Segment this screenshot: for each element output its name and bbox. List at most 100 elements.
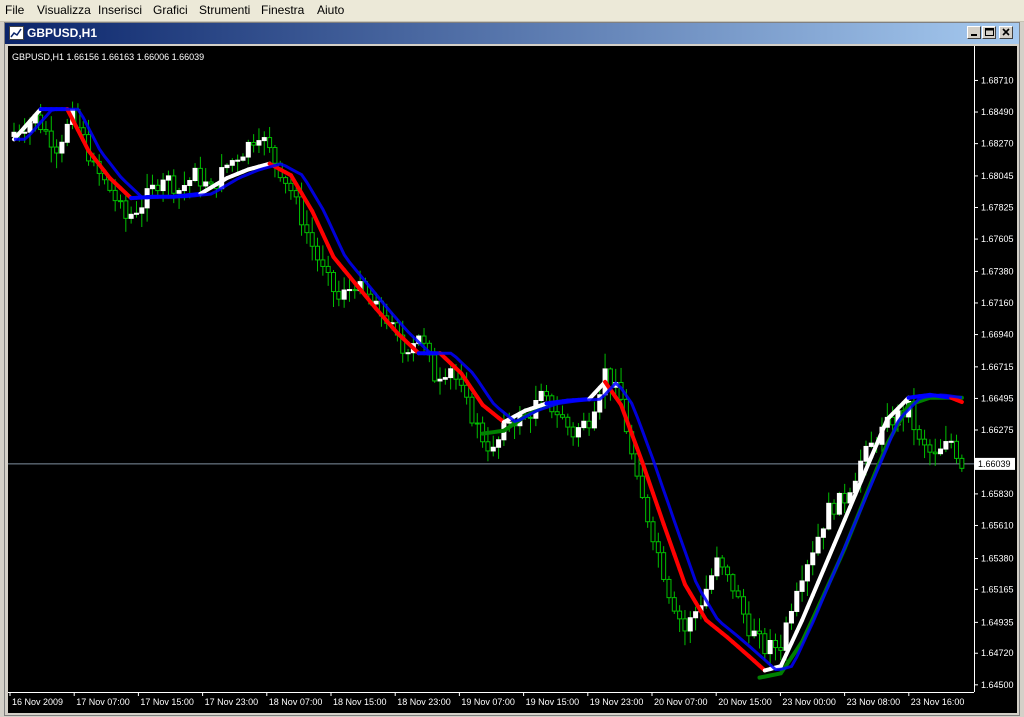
bear-candle [927,444,933,453]
bull-candle [714,557,720,577]
bear-candle [570,426,576,438]
bear-candle [778,647,784,651]
bear-candle [666,578,672,599]
menu-item-inserisci[interactable]: Inserisci [98,3,142,17]
menu-item-strumenti[interactable]: Strumenti [199,3,250,17]
time-tick-label: 23 Nov 08:00 [847,697,901,707]
bull-candle [810,552,816,566]
fast-ma-line [12,107,964,673]
bull-candle [591,411,597,429]
bull-candle [863,445,869,462]
bear-candle [741,596,747,615]
chart-window: GBPUSD,H1 1.68710 1.68490 1.68270 1.68045 1.… [4,22,1020,716]
bear-candle [842,492,848,504]
menu-item-finestra[interactable]: Finestra [261,3,304,17]
fast-ma-segment [826,542,837,560]
fast-ma-segment [640,460,650,480]
time-tick-label: 19 Nov 07:00 [461,697,515,707]
price-chart[interactable]: 1.68710 1.68490 1.68270 1.68045 1.67825 1.676… [8,46,1017,713]
close-icon [1002,28,1010,36]
bull-candle [346,289,352,292]
bull-candle [581,420,587,429]
minimize-button[interactable] [967,26,981,39]
bull-candle [341,289,347,300]
bull-candle [799,580,805,592]
bear-candle [559,414,565,418]
bear-candle [485,441,491,452]
bear-candle [922,438,928,446]
bear-candle [932,451,938,455]
bear-candle [586,420,592,429]
time-tick-label: 19 Nov 15:00 [526,697,580,707]
fast-ma-segment [879,417,890,434]
bull-candle [149,184,155,190]
bear-candle [661,552,667,580]
bull-candle [128,213,134,219]
bull-candle [64,123,70,143]
time-tick-label: 18 Nov 07:00 [269,697,323,707]
bull-candle [442,377,448,380]
bear-candle [469,396,475,424]
menu-item-visualizza[interactable]: Visualizza [37,3,91,17]
fast-ma-segment [954,397,964,405]
bear-candle [730,574,736,592]
time-tick-label: 18 Nov 23:00 [397,697,451,707]
bull-candle [709,575,715,590]
bull-candle [160,179,166,192]
bear-candle [43,129,49,132]
bear-candle [171,175,177,194]
fast-ma-segment [837,517,847,535]
bear-candle [325,265,331,274]
bear-candle [123,200,129,219]
time-tick-label: 19 Nov 23:00 [590,697,644,707]
restore-button[interactable] [982,26,996,39]
bear-candle [458,378,464,386]
bear-candle [112,189,118,202]
menu-item-grafici[interactable]: Grafici [153,3,188,17]
bull-candle [256,140,262,146]
candlestick-chart[interactable]: 1.68710 1.68490 1.68270 1.68045 1.67825 1.676… [8,46,1017,713]
bear-candle [320,259,326,267]
price-tick-label: 1.65830 [981,489,1014,499]
price-tick-label: 1.66715 [981,362,1014,372]
price-tick-label: 1.65165 [981,584,1014,594]
price-tick-label: 1.64500 [981,680,1014,690]
bull-candle [490,446,496,452]
bull-candle [261,137,267,142]
bear-candle [118,200,123,203]
price-tick-label: 1.66275 [981,425,1014,435]
bear-candle [336,291,342,300]
time-tick-label: 18 Nov 15:00 [333,697,387,707]
fast-ma-segment [816,567,826,585]
bear-candle [283,177,289,184]
bull-candle [240,156,246,161]
price-tick-label: 1.64935 [981,617,1014,627]
fast-ma-segment [656,506,666,527]
price-tick-label: 1.67605 [981,234,1014,244]
price-tick-label: 1.64720 [981,648,1014,658]
price-tick-label: 1.67160 [981,298,1014,308]
bull-candle [943,441,949,450]
menu-item-aiuto[interactable]: Aiuto [317,3,344,17]
bear-candle [746,613,752,637]
bear-candle [315,245,321,261]
bull-candle [687,617,693,632]
menu-item-file[interactable]: File [5,3,24,17]
close-button[interactable] [999,26,1013,39]
bull-candle [575,427,581,438]
price-tick-label: 1.65610 [981,520,1014,530]
bull-candle [948,440,954,443]
bull-candle [815,536,821,554]
fast-ma-segment [805,593,815,610]
bear-candle [757,630,762,635]
time-tick-label: 16 Nov 2009 [12,697,63,707]
bear-candle [432,354,438,382]
bull-candle [133,212,139,215]
bull-candle [538,390,544,402]
symbol-info: GBPUSD,H1 1.66156 1.66163 1.66006 1.6603… [12,52,204,62]
bear-candle [762,633,768,655]
window-titlebar[interactable]: GBPUSD,H1 [5,23,1019,44]
fast-ma-segment [800,605,810,623]
bear-candle [671,597,677,612]
bull-candle [165,175,171,181]
